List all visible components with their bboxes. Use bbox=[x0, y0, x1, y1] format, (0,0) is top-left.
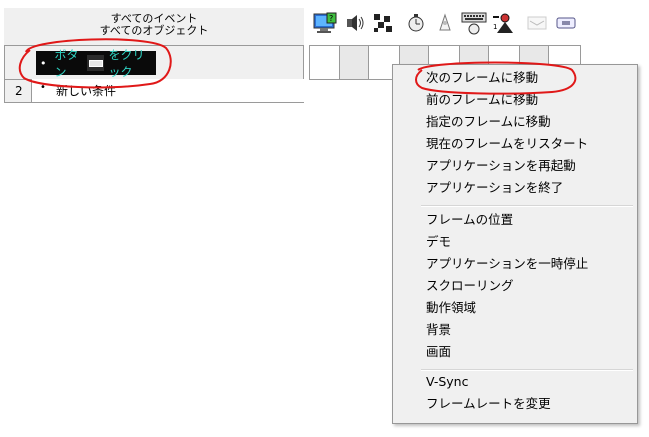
svg-text:1: 1 bbox=[493, 23, 497, 31]
menu-item-label: 前のフレームに移動 bbox=[426, 92, 539, 107]
condition-object-label: ボタン bbox=[54, 48, 79, 79]
event-number: 2 bbox=[15, 84, 23, 98]
menu-item-label: フレームレートを変更 bbox=[426, 396, 551, 411]
menu-item-label: 動作領域 bbox=[426, 300, 477, 315]
menu-item-scrolling[interactable]: スクローリング▶ bbox=[393, 275, 649, 297]
menu-separator bbox=[421, 205, 633, 207]
condition-bullet: • bbox=[40, 56, 47, 70]
context-menu: 次のフレームに移動 前のフレームに移動 指定のフレームに移動 現在のフレームをリ… bbox=[392, 64, 638, 424]
event-editor-header: すべてのイベント すべてのオブジェクト bbox=[4, 8, 304, 45]
button-object-icon[interactable] bbox=[553, 10, 579, 36]
menu-item-active-area[interactable]: 動作領域▶ bbox=[393, 297, 649, 319]
menu-item-background[interactable]: 背景▶ bbox=[393, 319, 649, 341]
menu-item-vsync[interactable]: V-Sync▶ bbox=[393, 371, 649, 393]
new-condition-label: 新しい条件 bbox=[56, 84, 117, 98]
menu-item-screen[interactable]: 画面▶ bbox=[393, 341, 649, 363]
menu-item-restart-application[interactable]: アプリケーションを再起動 bbox=[393, 155, 649, 177]
menu-item-label: アプリケーションを再起動 bbox=[426, 158, 576, 173]
menu-item-demo[interactable]: デモ▶ bbox=[393, 231, 649, 253]
speaker-icon[interactable] bbox=[341, 10, 367, 36]
menu-item-label: 指定のフレームに移動 bbox=[426, 114, 551, 129]
menu-item-frame-position[interactable]: フレームの位置▶ bbox=[393, 209, 649, 231]
menu-item-label: 次のフレームに移動 bbox=[426, 70, 539, 85]
keyboard-mouse-icon[interactable] bbox=[461, 10, 487, 36]
button-click-condition[interactable]: • ボタン をクリック bbox=[36, 48, 156, 79]
menu-item-label: 現在のフレームをリスタート bbox=[426, 136, 589, 151]
grid-icon[interactable] bbox=[370, 10, 396, 36]
new-condition-cell[interactable]: • 新しい条件 bbox=[31, 79, 305, 102]
menu-item-pause-application[interactable]: アプリケーションを一時停止▶ bbox=[393, 253, 649, 275]
event-row-2[interactable]: 2 • 新しい条件 bbox=[4, 79, 305, 103]
timer-icon[interactable] bbox=[403, 10, 429, 36]
menu-item-label: V-Sync bbox=[426, 374, 469, 389]
computer-icon[interactable]: ? bbox=[312, 10, 338, 36]
create-icon[interactable] bbox=[432, 10, 458, 36]
player-icon[interactable]: 1 bbox=[491, 10, 517, 36]
grid-bottom-line bbox=[4, 102, 304, 103]
menu-item-end-application[interactable]: アプリケーションを終了 bbox=[393, 177, 649, 199]
menu-item-previous-frame[interactable]: 前のフレームに移動 bbox=[393, 89, 649, 111]
menu-item-next-frame[interactable]: 次のフレームに移動 bbox=[393, 67, 649, 89]
menu-item-label: 背景 bbox=[426, 322, 452, 337]
svg-text:?: ? bbox=[329, 14, 333, 23]
menu-item-restart-frame[interactable]: 現在のフレームをリスタート bbox=[393, 133, 649, 155]
menu-item-label: スクローリング bbox=[426, 278, 514, 293]
menu-item-goto-frame[interactable]: 指定のフレームに移動 bbox=[393, 111, 649, 133]
condition-bullet: • bbox=[40, 82, 46, 93]
button-object-icon bbox=[87, 55, 105, 71]
menu-item-change-frame-rate[interactable]: フレームレートを変更 bbox=[393, 393, 649, 415]
all-objects-label: すべてのオブジェクト bbox=[99, 24, 209, 37]
menu-item-label: デモ bbox=[426, 234, 452, 249]
storyboard-icon[interactable] bbox=[524, 10, 550, 36]
condition-action-label: をクリック bbox=[108, 48, 145, 79]
menu-item-label: アプリケーションを終了 bbox=[426, 180, 564, 195]
menu-item-label: アプリケーションを一時停止 bbox=[426, 256, 589, 271]
action-cell[interactable] bbox=[339, 46, 369, 79]
menu-item-label: フレームの位置 bbox=[426, 212, 514, 227]
menu-item-label: 画面 bbox=[426, 344, 452, 359]
